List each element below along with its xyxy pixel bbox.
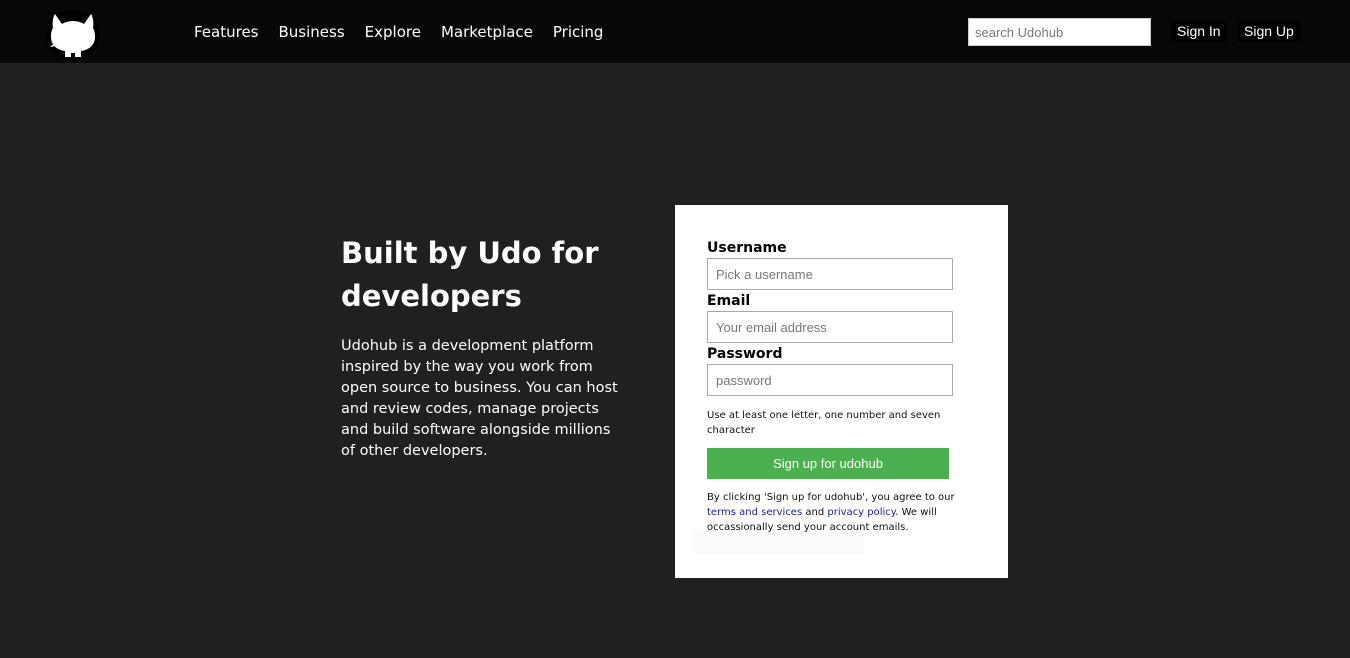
legal-text: By clicking 'Sign up for udohub', you ag… <box>707 490 962 535</box>
hero-title: Built by Udo for developers <box>341 236 599 313</box>
username-field[interactable] <box>707 258 953 290</box>
legal-and: and <box>805 507 825 518</box>
signup-submit-button[interactable]: Sign up for udohub <box>707 448 949 479</box>
email-label: Email <box>707 293 751 309</box>
main-nav: Features Business Explore Marketplace Pr… <box>194 22 603 42</box>
privacy-link[interactable]: privacy policy <box>827 507 895 518</box>
legal-prefix: By clicking 'Sign up for udohub', you ag… <box>707 492 955 503</box>
hero-description: Udohub is a development platform inspire… <box>341 338 618 459</box>
nav-business[interactable]: Business <box>279 22 345 42</box>
nav-explore[interactable]: Explore <box>365 22 421 42</box>
username-label: Username <box>707 240 787 256</box>
search-input[interactable] <box>968 18 1151 46</box>
password-label: Password <box>707 346 783 362</box>
email-field[interactable] <box>707 311 953 343</box>
signup-form-card: Username Email Password Use at least one… <box>675 205 1008 578</box>
terms-link[interactable]: terms and services <box>707 507 802 518</box>
nav-marketplace[interactable]: Marketplace <box>441 22 533 42</box>
password-hint: Use at least one letter, one number and … <box>707 410 941 436</box>
sign-in-button[interactable]: Sign In <box>1171 21 1227 42</box>
top-navbar: Features Business Explore Marketplace Pr… <box>0 0 1350 63</box>
octocat-icon[interactable] <box>46 10 100 60</box>
password-field[interactable] <box>707 364 953 396</box>
nav-features[interactable]: Features <box>194 22 259 42</box>
sign-up-button[interactable]: Sign Up <box>1238 21 1300 42</box>
nav-pricing[interactable]: Pricing <box>553 22 604 42</box>
